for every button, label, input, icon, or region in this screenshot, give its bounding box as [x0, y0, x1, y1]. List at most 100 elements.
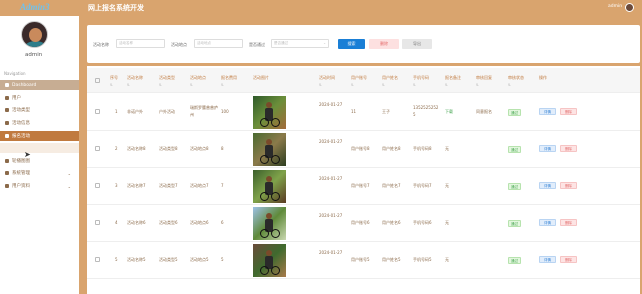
sidebar-item-label: 活动信息: [12, 121, 30, 126]
cell-time: 2024-01-27: [319, 213, 343, 218]
cell-name: 活动名称6: [127, 220, 146, 225]
sidebar-username: admin: [25, 52, 43, 58]
cell-no: 1: [115, 109, 118, 114]
activity-image[interactable]: [253, 133, 286, 166]
cell-note: 无: [445, 220, 449, 225]
status-badge: 通过: [508, 109, 521, 116]
avatar: [21, 21, 48, 48]
row-checkbox[interactable]: [95, 257, 100, 262]
cell-type: 活动类型8: [159, 146, 178, 151]
col-header[interactable]: 用户账号 ⇅: [351, 75, 367, 87]
cell-time: 2024-01-27: [319, 139, 343, 144]
sidebar-item-activity-type[interactable]: 活动类型: [0, 105, 79, 115]
cell-type: 活动类型6: [159, 220, 178, 225]
col-header[interactable]: 活动类型 ⇅: [159, 75, 175, 87]
sidebar-item-label: Dashboard: [12, 82, 37, 88]
col-header[interactable]: 审核状态 ⇅: [508, 75, 524, 87]
nav-caption: Navigation: [4, 71, 26, 76]
table-row: 3 活动名称7 活动类型7 活动地点7 7 2024-01-27 用户账号7 用…: [87, 168, 640, 205]
search-button[interactable]: 搜索: [338, 39, 365, 49]
settings-icon: [5, 171, 9, 175]
batch-delete-button[interactable]: 删除: [369, 39, 399, 49]
detail-button[interactable]: 详情: [539, 182, 556, 189]
cell-no: 2: [115, 146, 118, 151]
search-name-input[interactable]: 活动名称: [116, 39, 165, 48]
cell-phone: 13525252525: [413, 105, 439, 117]
cell-fee: 6: [221, 220, 224, 225]
status-badge: 通过: [508, 257, 521, 264]
search-pass-select[interactable]: 是否通过 ⌄: [271, 39, 329, 48]
select-all-checkbox[interactable]: [95, 78, 100, 83]
search-place-input[interactable]: 活动地点: [194, 39, 243, 48]
cell-fee: 7: [221, 183, 224, 188]
col-header[interactable]: 活动图片: [253, 75, 269, 81]
chevron-down-icon: ⌄: [67, 183, 71, 189]
col-header[interactable]: 报名备注 ⇅: [445, 75, 461, 87]
cell-place: 活动地点7: [190, 183, 209, 188]
cell-account: 用户账号5: [351, 257, 370, 262]
delete-button[interactable]: 删除: [560, 256, 577, 263]
sidebar-item-label: 报名活动: [12, 134, 30, 139]
category-icon: [5, 108, 9, 112]
cell-fee: 5: [221, 257, 224, 262]
delete-button[interactable]: 删除: [560, 145, 577, 152]
col-header[interactable]: 手机号码 ⇅: [413, 75, 429, 87]
activity-image[interactable]: [253, 244, 286, 277]
cell-account: 用户账号6: [351, 220, 370, 225]
col-header[interactable]: 审核回复 ⇅: [476, 75, 492, 87]
cell-note: 无: [445, 257, 449, 262]
cell-username: 用户姓名7: [382, 183, 401, 188]
col-header[interactable]: 活动名称 ⇅: [127, 75, 143, 87]
delete-button[interactable]: 删除: [560, 108, 577, 115]
sidebar-item-user[interactable]: 用户: [0, 93, 79, 103]
col-header[interactable]: 用户姓名 ⇅: [382, 75, 398, 87]
export-button[interactable]: 导出: [402, 39, 432, 49]
delete-button[interactable]: 删除: [560, 182, 577, 189]
cell-fee: 100: [221, 109, 229, 114]
image-icon: [5, 159, 9, 163]
col-header[interactable]: 活动时间 ⇅: [319, 75, 335, 87]
cell-note: 下载: [445, 109, 453, 114]
row-checkbox[interactable]: [95, 109, 100, 114]
dashboard-icon: [5, 83, 9, 87]
search-place-label: 活动地点: [171, 42, 187, 47]
sidebar-item-activity-info[interactable]: 活动信息: [0, 118, 79, 128]
table-row: 1 非诺户外 户外活动 瑞斯罗腰普普庐州 100 2024-01-27 11 王…: [87, 94, 640, 131]
sidebar-item-system[interactable]: 系统管理 ⌄: [0, 168, 79, 178]
header-username[interactable]: admin: [608, 4, 622, 9]
info-icon: [5, 121, 9, 125]
chevron-down-icon: ⌄: [67, 170, 71, 176]
sidebar-item-signup[interactable]: 报名活动: [0, 131, 79, 141]
sidebar-item-dashboard[interactable]: Dashboard: [0, 80, 79, 90]
cell-type: 户外活动: [159, 109, 175, 114]
row-checkbox[interactable]: [95, 183, 100, 188]
activity-image[interactable]: [253, 170, 286, 203]
app-logo[interactable]: Admin3: [20, 2, 50, 12]
sidebar-item-blank[interactable]: [0, 143, 79, 153]
activity-image[interactable]: [253, 207, 286, 240]
sidebar: admin Navigation Dashboard 用户 活动类型 活动信息 …: [0, 16, 79, 294]
detail-button[interactable]: 详情: [539, 145, 556, 152]
row-checkbox[interactable]: [95, 146, 100, 151]
col-header[interactable]: 序号 ⇅: [110, 75, 118, 87]
sidebar-item-profile[interactable]: 用户资料 ⌄: [0, 181, 79, 191]
search-name-label: 活动名称: [93, 42, 109, 47]
header-avatar[interactable]: [625, 3, 634, 12]
cell-name: 非诺户外: [127, 109, 143, 114]
col-header: 操作: [539, 75, 547, 80]
detail-button[interactable]: 详情: [539, 108, 556, 115]
delete-button[interactable]: 删除: [560, 219, 577, 226]
col-header[interactable]: 报名费用 ⇅: [221, 75, 237, 87]
detail-button[interactable]: 详情: [539, 219, 556, 226]
table-row: 2 活动名称8 活动类型8 活动地点8 8 2024-01-27 用户账号8 用…: [87, 131, 640, 168]
search-panel: 活动名称 活动名称 活动地点 活动地点 是否通过 是否通过 ⌄ 搜索 删除 导出: [87, 25, 640, 63]
app-title: 网上报名系统开发: [88, 4, 144, 12]
cell-reply: 同意报名: [476, 109, 492, 114]
row-checkbox[interactable]: [95, 220, 100, 225]
sidebar-item-carousel[interactable]: 轮播图图: [0, 156, 79, 166]
activity-image[interactable]: [253, 96, 286, 129]
cell-note: 无: [445, 146, 449, 151]
cell-time: 2024-01-27: [319, 250, 343, 255]
col-header[interactable]: 活动地点 ⇅: [190, 75, 206, 87]
detail-button[interactable]: 详情: [539, 256, 556, 263]
